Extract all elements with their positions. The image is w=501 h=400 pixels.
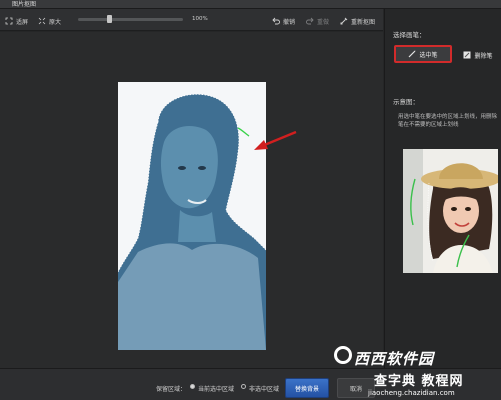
portrait-image	[118, 82, 266, 350]
undo-label: 撤销	[283, 18, 296, 26]
original-size-icon	[38, 17, 46, 25]
radio-unselected-area[interactable]	[241, 384, 246, 389]
brush-hint: 用选中笔在要选中的区域上划线，用删除笔在不需要的区域上划线	[398, 114, 498, 128]
original-size-label: 原大	[49, 18, 62, 26]
radio-unselected-area-label[interactable]: 非选中区域	[249, 384, 279, 393]
original-size-button[interactable]: 原大	[38, 16, 61, 26]
example-heading: 示意图：	[393, 98, 419, 106]
restart-button[interactable]: 重新抠图	[340, 16, 375, 26]
restart-label: 重新抠图	[351, 18, 376, 26]
fit-icon	[5, 17, 13, 25]
zoom-level: 100%	[192, 16, 208, 22]
window-title: 图片抠图	[12, 1, 37, 8]
toolbar: 适屏 原大 100% 撤销 重做 重新抠图	[0, 9, 383, 31]
example-image	[403, 149, 498, 273]
zoom-slider-thumb[interactable]	[107, 15, 112, 23]
erase-brush-label: 删除笔	[474, 52, 493, 60]
erase-brush-button[interactable]: 删除笔	[458, 46, 498, 64]
redo-button[interactable]: 重做	[306, 16, 329, 26]
fit-screen-button[interactable]: 适屏	[5, 16, 28, 26]
brush-icon	[408, 50, 416, 58]
site-logo-icon	[334, 346, 352, 364]
canvas-area[interactable]	[0, 32, 383, 368]
radio-selected-area[interactable]	[190, 384, 195, 389]
radio-selected-area-label[interactable]: 当前选中区域	[198, 384, 234, 393]
restart-icon	[340, 17, 348, 25]
edited-photo[interactable]	[118, 82, 266, 350]
eraser-brush-icon	[463, 51, 471, 59]
keep-area-label: 保留区域：	[156, 386, 187, 393]
undo-button[interactable]: 撤销	[272, 16, 295, 26]
redo-icon	[306, 17, 314, 25]
watermark-site-name: 西西软件园	[354, 350, 435, 368]
title-bar: 图片抠图	[0, 0, 501, 9]
brush-heading: 选择画笔：	[393, 31, 426, 39]
site-watermark: 西西软件园 查字典 教程网 jiaocheng.chazidian.com	[334, 346, 500, 400]
annotation-arrow	[254, 130, 297, 150]
redo-label: 重做	[317, 18, 330, 26]
select-brush-label: 选中笔	[419, 51, 438, 59]
fit-screen-label: 适屏	[16, 18, 29, 26]
watermark-site-name-2: 查字典 教程网	[374, 374, 464, 389]
zoom-slider[interactable]	[78, 15, 183, 23]
select-brush-button[interactable]: 选中笔	[394, 45, 452, 63]
replace-background-button[interactable]: 替换背景	[285, 378, 329, 398]
undo-icon	[272, 17, 280, 25]
watermark-url: jiaocheng.chazidian.com	[368, 389, 455, 397]
